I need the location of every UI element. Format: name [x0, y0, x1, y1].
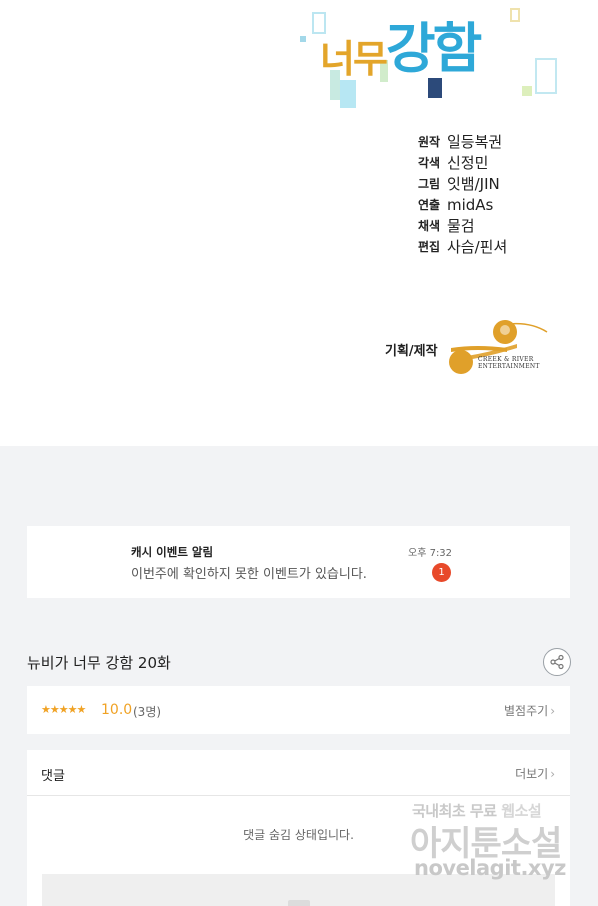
credit-role: 그림 — [418, 177, 441, 191]
logo-text-line1: CREEK & RIVER — [478, 356, 534, 363]
share-button[interactable] — [543, 648, 571, 676]
rating-count: (3명) — [133, 705, 162, 719]
rating-card: ★★★★★ 10.0 (3명) 별점주기 › — [27, 686, 570, 734]
title-part2: 강함 — [385, 17, 482, 80]
comment-input-area[interactable] — [42, 874, 555, 906]
chevron-right-icon: › — [550, 767, 555, 781]
credit-name: midAs — [447, 195, 494, 214]
credit-role: 각색 — [418, 156, 441, 170]
credit-row: 그림 잇뱀/JIN — [418, 173, 507, 194]
title-deco-dot — [300, 36, 306, 42]
notification-title: 캐시 이벤트 알림 — [131, 545, 214, 559]
notification-message: 이번주에 확인하지 못한 이벤트가 있습니다. — [131, 567, 367, 582]
episode-title: 뉴비가 너무 강함 20화 — [27, 654, 171, 672]
credit-row: 채색 물검 — [418, 215, 507, 236]
credit-name: 일등복권 — [447, 133, 503, 151]
comments-hidden-message: 댓글 숨김 상태입니다. — [243, 828, 354, 842]
comment-input-handle — [288, 900, 310, 906]
credit-name: 잇뱀/JIN — [447, 175, 500, 193]
rating-stars: ★★★★★ — [41, 703, 86, 716]
title-deco-square — [535, 58, 557, 94]
credit-row: 연출 midAs — [418, 194, 507, 215]
chevron-right-icon: › — [550, 704, 555, 718]
credit-name: 사슴/핀셔 — [447, 238, 508, 256]
title-deco-square — [510, 8, 520, 22]
comments-header: 댓글 더보기 › — [27, 750, 570, 796]
share-icon — [550, 654, 564, 670]
comic-panel: 너무강함 원작 일등복권 각색 신정민 그림 잇뱀/JIN 연출 midAs 채… — [0, 0, 598, 446]
title-deco-dot — [522, 86, 532, 96]
credit-row: 각색 신정민 — [418, 152, 507, 173]
notification-count-badge: 1 — [432, 563, 451, 582]
comments-title: 댓글 — [41, 769, 65, 784]
credit-row: 원작 일등복권 — [418, 131, 507, 152]
comments-card: 댓글 더보기 › 댓글 숨김 상태입니다. — [27, 750, 570, 906]
rating-score: 10.0 — [101, 702, 133, 718]
notification-time: 오후 7:32 — [408, 548, 453, 559]
credit-row: 편집 사슴/핀셔 — [418, 236, 507, 257]
logo-text-line2: ENTERTAINMENT — [478, 363, 540, 370]
rate-label: 별점주기 — [504, 704, 549, 718]
credit-role: 원작 — [418, 135, 441, 149]
planning-label: 기획/제작 — [385, 344, 438, 359]
title-deco-bar — [340, 80, 356, 108]
comic-title-logo: 너무강함 — [320, 4, 482, 83]
title-part1: 너무 — [320, 37, 388, 81]
more-label: 더보기 — [515, 767, 549, 781]
credit-role: 채색 — [418, 219, 441, 233]
cash-event-notification[interactable]: 캐시 이벤트 알림 이번주에 확인하지 못한 이벤트가 있습니다. 오후 7:3… — [27, 526, 570, 598]
credit-role: 연출 — [418, 198, 441, 212]
credits-list: 원작 일등복권 각색 신정민 그림 잇뱀/JIN 연출 midAs 채색 물검 … — [418, 131, 507, 257]
credit-role: 편집 — [418, 240, 441, 254]
credit-name: 물검 — [447, 217, 475, 235]
more-comments-button[interactable]: 더보기 › — [515, 765, 555, 782]
credit-name: 신정민 — [447, 154, 489, 172]
rate-button[interactable]: 별점주기 › — [504, 702, 555, 719]
logo-text: CREEK & RIVER ENTERTAINMENT — [478, 356, 540, 370]
